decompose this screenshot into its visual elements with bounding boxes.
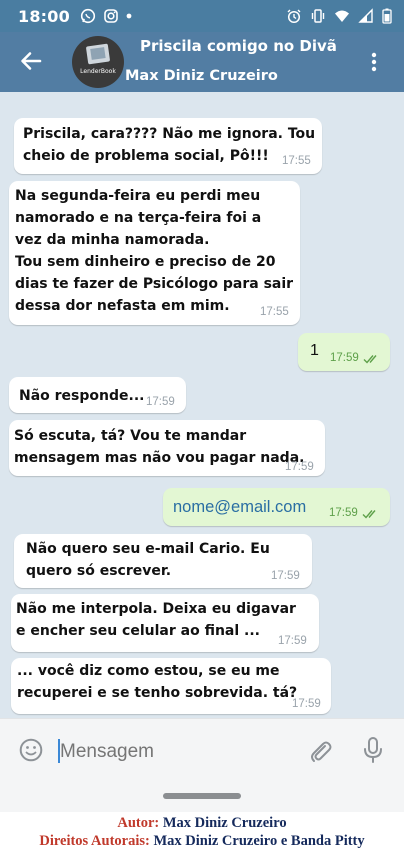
message-list[interactable]: Priscila, cara???? Não me ignora. Tou ch… [0,92,404,718]
message-time: 17:59 [146,396,175,408]
emoji-icon[interactable] [19,738,43,762]
dot-icon [126,13,132,19]
message-text: Na segunda-feira eu perdi meu namorado e… [15,188,294,314]
battery-icon [382,8,392,24]
book-icon [85,43,111,65]
rights-label: Direitos Autorais: [39,833,150,849]
chat-title[interactable]: Priscila comigo no Divã [140,37,337,55]
message-time: 17:59 [330,352,359,364]
read-checkmarks-icon [362,510,376,519]
message-time: 17:59 [329,507,358,519]
message-text: Só escuta, tá? Vou te mandar mensagem ma… [14,428,305,466]
message-time: 17:59 [285,461,314,473]
attach-icon[interactable] [308,738,332,764]
message-incoming[interactable]: Não me interpola. Deixa eu digavar e enc… [11,594,319,652]
rights-value: Max Diniz Cruzeiro e Banda Pitty [153,833,365,849]
composer-bar [0,718,404,780]
message-incoming[interactable]: ... você diz como estou, se eu me recupe… [11,658,331,714]
read-checkmarks-icon [363,355,377,364]
author-value: Max Diniz Cruzeiro [162,815,287,831]
message-text: nome@email.com [173,498,307,516]
message-text: Priscila, cara???? Não me ignora. Tou ch… [23,126,316,164]
more-options-icon[interactable] [366,50,382,74]
message-outgoing[interactable]: nome@email.com 17:59 [163,488,390,526]
chat-header: LenderBook Priscila comigo no Divã Max D… [0,32,404,92]
avatar-label: LenderBook [80,68,116,75]
message-text: ... você diz como estou, se eu me recupe… [17,663,298,701]
message-incoming[interactable]: Priscila, cara???? Não me ignora. Tou ch… [14,118,322,174]
chat-subtitle[interactable]: Max Diniz Cruzeiro [125,68,278,84]
message-outgoing[interactable]: 1 17:59 [298,333,390,371]
microphone-icon[interactable] [362,736,384,764]
signal-icon [358,8,373,23]
message-text: Não responde... [19,388,145,404]
home-gesture-handle[interactable] [163,793,241,799]
message-incoming[interactable]: Na segunda-feira eu perdi meu namorado e… [9,181,300,325]
message-text: Não quero seu e-mail Cario. Eu quero só … [26,541,270,579]
message-text: Não me interpola. Deixa eu digavar e enc… [16,601,296,639]
alarm-icon [287,9,301,24]
message-time: 17:59 [278,635,307,647]
wifi-icon [335,10,349,22]
credits: Autor: Max Diniz Cruzeiro Direitos Autor… [0,814,404,850]
message-incoming[interactable]: Não responde... 17:59 [9,377,186,413]
message-time: 17:59 [292,698,321,710]
message-time: 17:59 [271,570,300,582]
message-time: 17:55 [260,306,289,318]
system-nav-bar [0,780,404,812]
status-time: 18:00 [18,6,70,26]
message-input[interactable] [60,738,280,766]
avatar[interactable]: LenderBook [72,36,124,88]
message-incoming[interactable]: Só escuta, tá? Vou te mandar mensagem ma… [9,420,325,476]
whatsapp-icon [80,8,96,24]
back-arrow-icon[interactable] [18,48,44,74]
message-text: 1 [310,342,319,359]
message-time: 17:55 [282,155,311,167]
message-incoming[interactable]: Não quero seu e-mail Cario. Eu quero só … [14,534,312,588]
author-label: Autor: [117,815,160,831]
status-bar: 18:00 [0,0,404,32]
vibrate-icon [311,9,325,23]
instagram-icon [104,9,118,23]
